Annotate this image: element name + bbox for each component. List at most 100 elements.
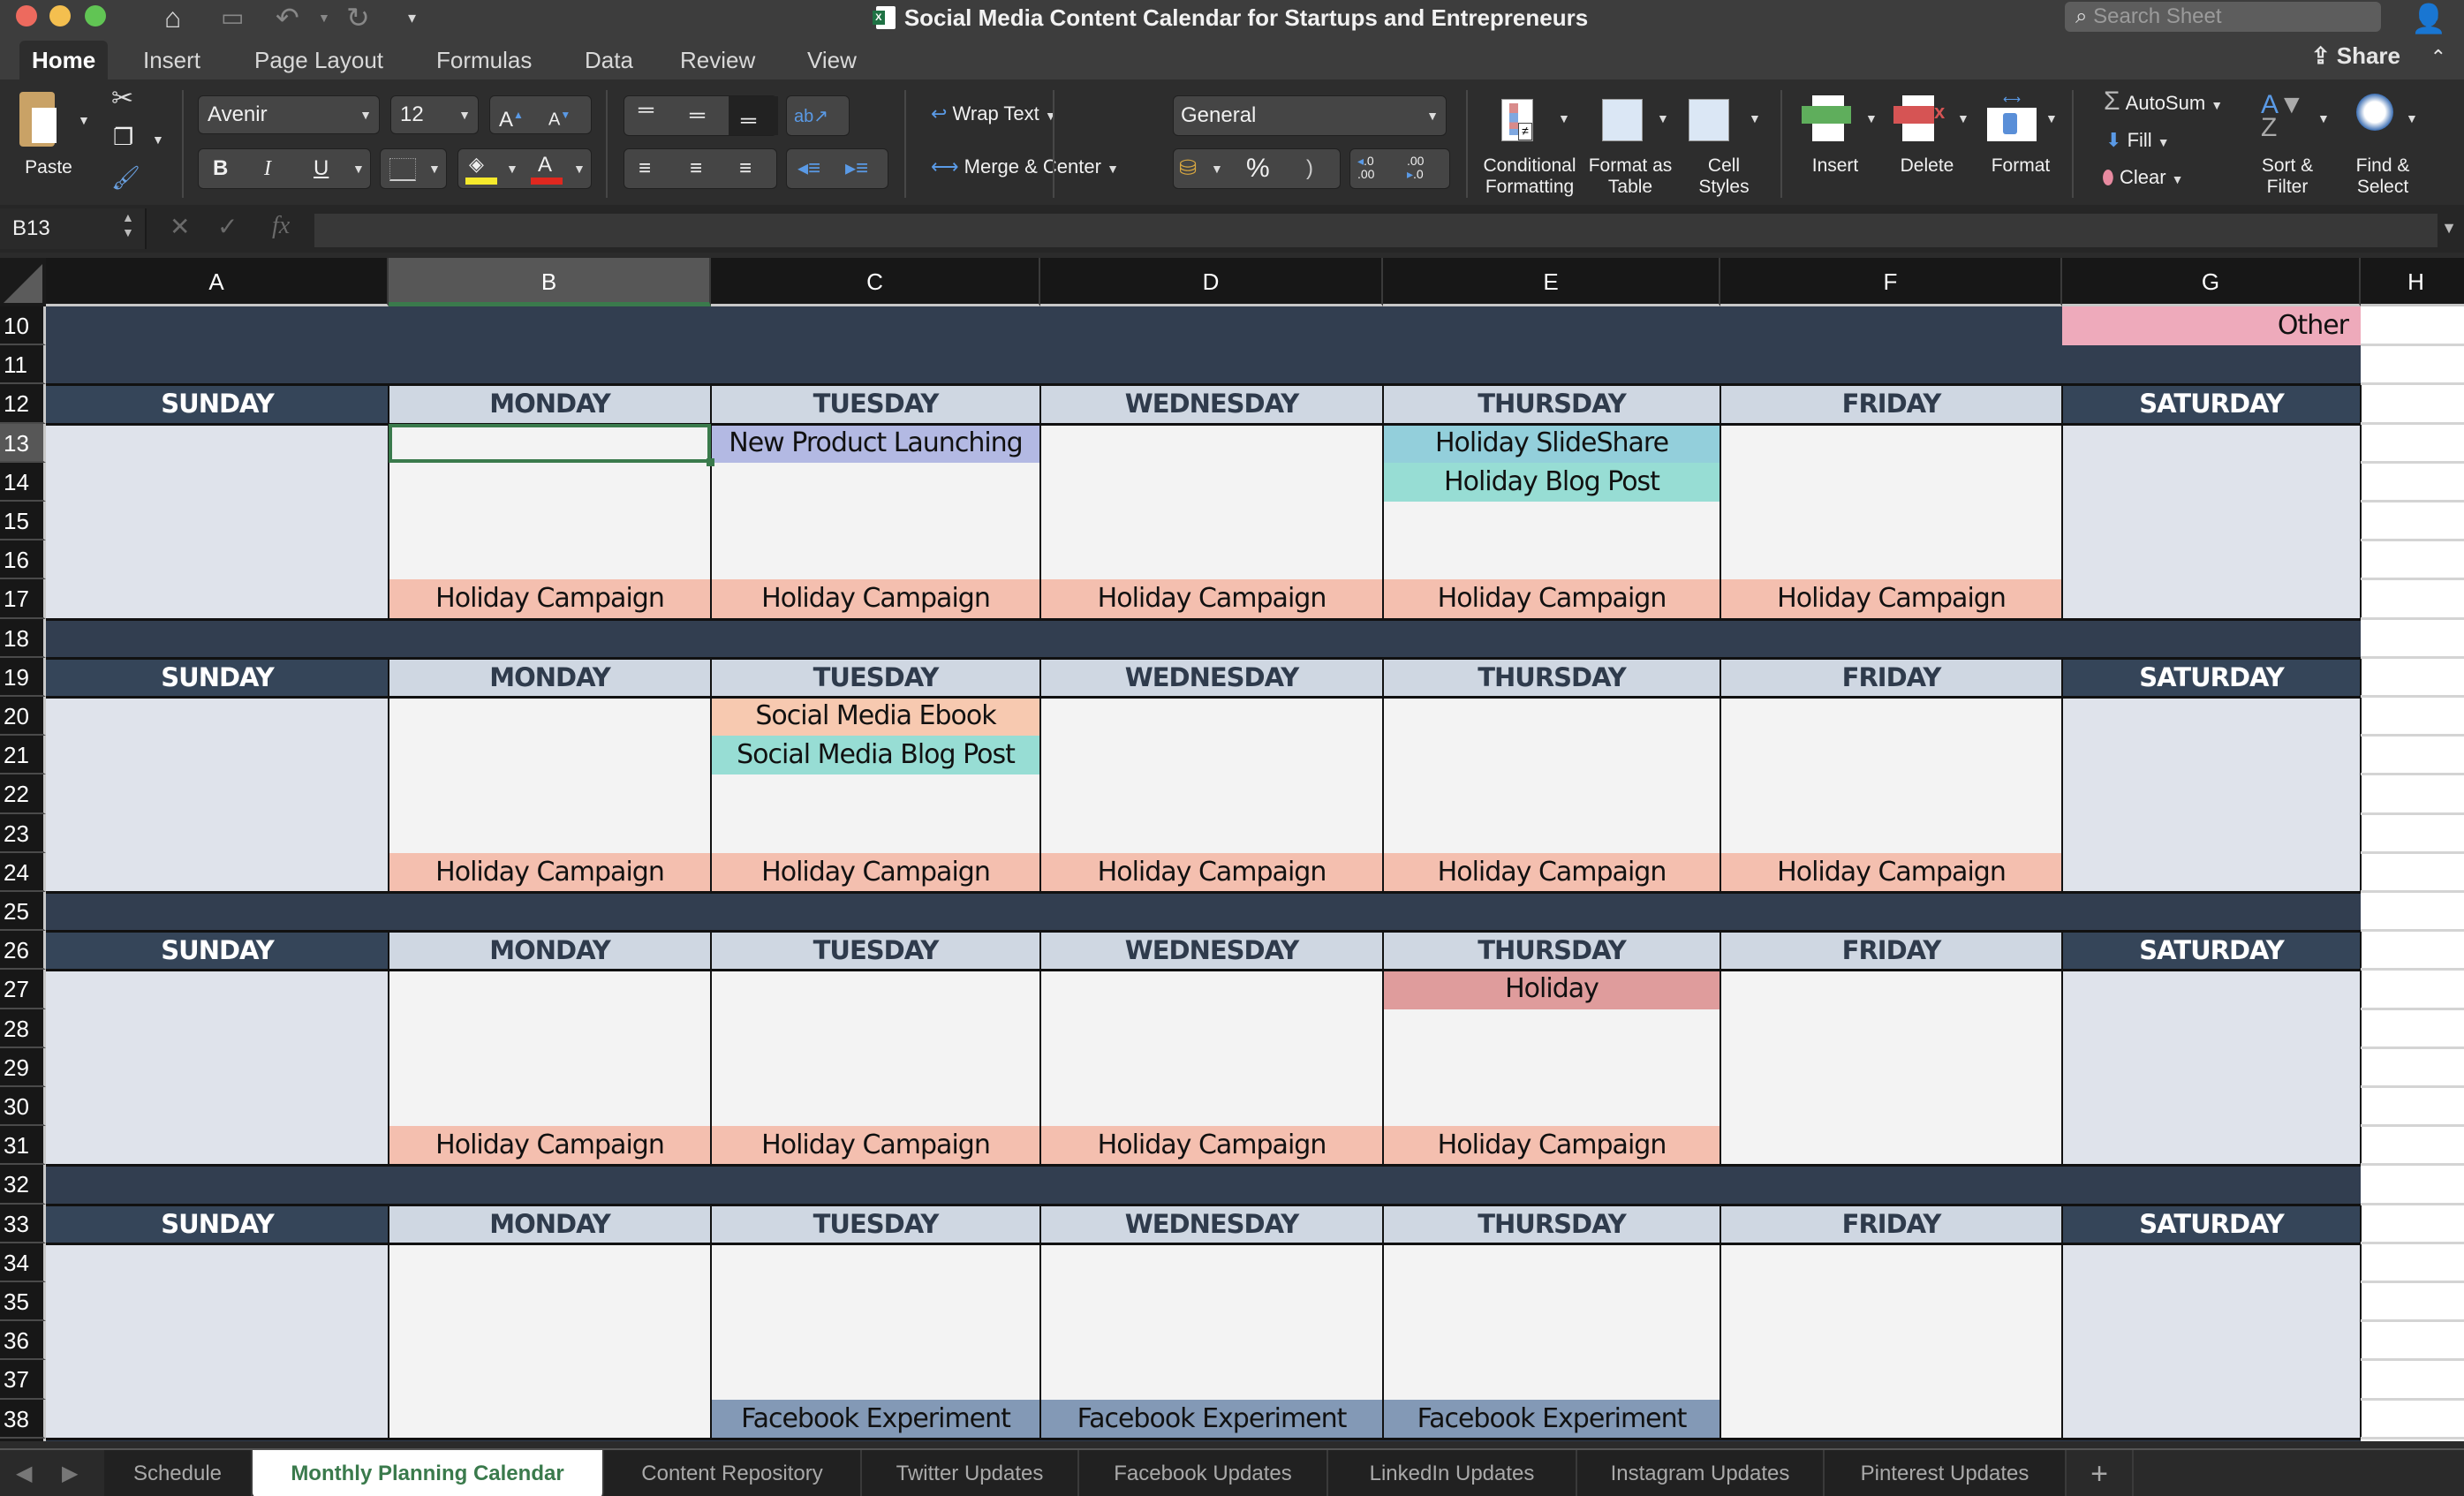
conditional-formatting-button[interactable]: Conditional Formatting <box>1477 155 1583 198</box>
row-header-37[interactable]: 37 <box>0 1360 46 1400</box>
decrease-indent-icon[interactable]: ◂≡ <box>797 149 820 188</box>
calendar-event[interactable]: Facebook Experiment <box>711 1399 1040 1439</box>
share-button[interactable]: ⇪ Share <box>2311 42 2400 70</box>
redo-icon[interactable]: ↻ <box>346 2 370 34</box>
cell-styles-dropdown-icon[interactable]: ▼ <box>1749 111 1761 125</box>
align-left-icon[interactable]: ≡ <box>639 149 651 188</box>
merge-center-button[interactable]: ⟷ Merge & Center ▼ <box>931 155 1119 178</box>
bold-button[interactable]: B <box>213 149 228 188</box>
find-select-button[interactable]: Find & Select <box>2339 155 2427 198</box>
row-header-21[interactable]: 21 <box>0 736 46 775</box>
format-painter-icon[interactable]: 🖌 <box>111 164 140 192</box>
day-cell-saturday[interactable] <box>2062 1243 2361 1439</box>
row-header-11[interactable]: 11 <box>0 345 46 385</box>
day-cell-sunday[interactable] <box>46 1243 389 1439</box>
increase-decimal-icon[interactable]: ◂.0.00 <box>1357 155 1374 181</box>
calendar-event[interactable]: Holiday Campaign <box>1040 1126 1383 1166</box>
calendar-event[interactable]: Holiday Campaign <box>711 852 1040 892</box>
row-header-38[interactable]: 38 <box>0 1399 46 1439</box>
row-header-20[interactable]: 20 <box>0 697 46 737</box>
home-icon[interactable]: ⌂ <box>164 2 181 34</box>
minimize-window-button[interactable] <box>49 5 71 26</box>
row-header-39[interactable]: 39 <box>0 1438 46 1441</box>
find-select-icon[interactable] <box>2356 94 2393 131</box>
sheet-tab-schedule[interactable]: Schedule <box>104 1450 253 1496</box>
align-right-icon[interactable]: ≡ <box>739 149 752 188</box>
row-header-26[interactable]: 26 <box>0 931 46 971</box>
calendar-event[interactable]: Holiday <box>1383 970 1720 1009</box>
day-cell-saturday[interactable] <box>2062 970 2361 1166</box>
undo-icon[interactable]: ↶ <box>276 2 299 34</box>
row-header-31[interactable]: 31 <box>0 1126 46 1166</box>
calendar-event[interactable]: Holiday Campaign <box>389 852 711 892</box>
percent-style-button[interactable]: % <box>1246 149 1270 188</box>
comma-style-button[interactable]: ) <box>1306 149 1313 188</box>
row-header-35[interactable]: 35 <box>0 1282 46 1322</box>
tab-home[interactable]: Home <box>19 41 109 79</box>
delete-cells-button[interactable]: Delete <box>1890 155 1964 177</box>
day-cell-friday[interactable] <box>1720 970 2062 1166</box>
autosum-button[interactable]: Σ AutoSum ▼ <box>2104 87 2223 117</box>
format-cells-button[interactable]: Format <box>1980 155 2061 177</box>
cut-icon[interactable]: ✂ <box>111 83 133 114</box>
delete-cells-dropdown-icon[interactable]: ▼ <box>1957 111 1969 125</box>
row-header-14[interactable]: 14 <box>0 462 46 502</box>
italic-button[interactable]: I <box>264 149 271 188</box>
row-header-28[interactable]: 28 <box>0 1009 46 1048</box>
calendar-event[interactable]: Holiday Campaign <box>1383 852 1720 892</box>
day-cell-saturday[interactable] <box>2062 697 2361 892</box>
font-color-dropdown-icon[interactable]: ▼ <box>573 162 586 176</box>
calendar-event[interactable]: Holiday Campaign <box>1383 1126 1720 1166</box>
customize-toolbar-icon[interactable]: ▾ <box>408 2 416 34</box>
row-header-24[interactable]: 24 <box>0 852 46 892</box>
delete-cells-icon[interactable]: x <box>1893 95 1946 141</box>
sheet-tab-content-repository[interactable]: Content Repository <box>604 1450 862 1496</box>
previous-sheet-icon[interactable]: ◀ <box>16 1461 32 1486</box>
tab-page-layout[interactable]: Page Layout <box>242 41 396 79</box>
calendar-event[interactable]: Holiday Blog Post <box>1383 462 1720 502</box>
confirm-formula-icon[interactable]: ✓ <box>217 212 238 241</box>
format-as-table-button[interactable]: Format as Table <box>1586 155 1674 198</box>
calendar-event[interactable]: Holiday Campaign <box>1720 579 2062 619</box>
clear-button[interactable]: ⬮ Clear ▼ <box>2102 166 2184 189</box>
paste-button[interactable]: Paste <box>18 157 79 178</box>
select-all-button[interactable] <box>0 258 46 306</box>
paste-icon[interactable] <box>19 92 57 147</box>
font-size-select[interactable]: 12 ▼ <box>390 95 479 134</box>
format-as-table-icon[interactable] <box>1602 99 1643 141</box>
font-name-select[interactable]: Avenir ▼ <box>198 95 380 134</box>
calendar-event[interactable]: New Product Launching <box>711 423 1040 463</box>
find-select-dropdown-icon[interactable]: ▼ <box>2406 111 2418 125</box>
column-header-e[interactable]: E <box>1383 258 1720 306</box>
align-center-icon[interactable]: ≡ <box>690 149 702 188</box>
row-header-23[interactable]: 23 <box>0 813 46 853</box>
fill-button[interactable]: ⬇ Fill ▼ <box>2105 129 2170 152</box>
calendar-event[interactable]: Holiday Campaign <box>389 579 711 619</box>
accounting-format-icon[interactable]: ⛁ <box>1179 149 1197 188</box>
calendar-event[interactable]: Facebook Experiment <box>1040 1399 1383 1439</box>
next-sheet-icon[interactable]: ▶ <box>62 1461 78 1486</box>
sheet-tab-linkedin-updates[interactable]: LinkedIn Updates <box>1328 1450 1577 1496</box>
undo-dropdown-icon[interactable]: ▼ <box>318 2 330 34</box>
name-box-stepper-icon[interactable]: ▲ ▼ <box>122 210 134 240</box>
column-header-f[interactable]: F <box>1720 258 2062 306</box>
conditional-formatting-dropdown-icon[interactable]: ▼ <box>1558 111 1570 125</box>
tab-data[interactable]: Data <box>572 41 646 79</box>
day-cell-friday[interactable] <box>1720 1243 2062 1439</box>
tab-insert[interactable]: Insert <box>131 41 213 79</box>
sheet-tab-facebook-updates[interactable]: Facebook Updates <box>1079 1450 1328 1496</box>
insert-cells-button[interactable]: Insert <box>1798 155 1872 177</box>
sort-filter-button[interactable]: Sort & Filter <box>2243 155 2332 198</box>
row-header-33[interactable]: 33 <box>0 1204 46 1243</box>
sheet-tab-pinterest-updates[interactable]: Pinterest Updates <box>1825 1450 2067 1496</box>
row-header-10[interactable]: 10 <box>0 306 46 346</box>
wrap-text-button[interactable]: ↩ Wrap Text ▼ <box>931 102 1057 125</box>
paste-dropdown-icon[interactable]: ▼ <box>78 113 90 127</box>
calendar-event[interactable]: Facebook Experiment <box>1383 1399 1720 1439</box>
row-header-36[interactable]: 36 <box>0 1321 46 1361</box>
row-header-25[interactable]: 25 <box>0 892 46 932</box>
row-header-18[interactable]: 18 <box>0 618 46 658</box>
increase-font-size-icon[interactable]: A▲ <box>499 96 524 139</box>
zoom-window-button[interactable] <box>85 5 106 26</box>
calendar-event[interactable]: Social Media Blog Post <box>711 736 1040 775</box>
